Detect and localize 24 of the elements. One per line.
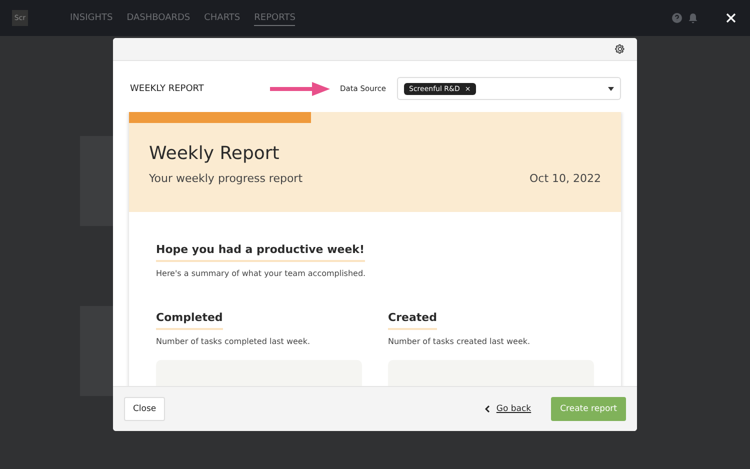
nav-tab[interactable]: REPORTS: [254, 10, 296, 26]
help-icon[interactable]: [672, 12, 682, 22]
section-description: Number of tasks completed last week.: [156, 337, 312, 346]
settings-icon[interactable]: [615, 44, 625, 54]
report-heading: Weekly Report: [149, 143, 280, 164]
nav-tab[interactable]: INSIGHTS: [70, 10, 113, 26]
report-date: Oct 10, 2022: [530, 172, 601, 185]
go-back-link[interactable]: Go back: [496, 404, 532, 414]
greeting-heading: Hope you had a productive week!: [156, 243, 365, 262]
summary-text: Here's a summary of what your team accomplished.: [156, 269, 367, 278]
dialog-title: WEEKLY REPORT: [130, 84, 205, 94]
report-subtitle: Your weekly progress report: [149, 172, 303, 185]
section-description: Number of tasks created last week.: [388, 337, 532, 346]
chevron-left-icon[interactable]: [485, 405, 490, 413]
create-report-button[interactable]: Create report: [551, 397, 626, 421]
nav-tab[interactable]: CHARTS: [204, 10, 240, 26]
close-button[interactable]: Close: [124, 397, 166, 421]
close-icon[interactable]: [726, 13, 736, 23]
arrow-icon: [270, 82, 330, 96]
section-heading: Completed: [156, 311, 223, 330]
section-heading: Created: [388, 311, 437, 330]
nav-tab[interactable]: DASHBOARDS: [126, 10, 190, 26]
caret-icon[interactable]: [608, 86, 614, 90]
bell-icon[interactable]: [688, 12, 698, 24]
